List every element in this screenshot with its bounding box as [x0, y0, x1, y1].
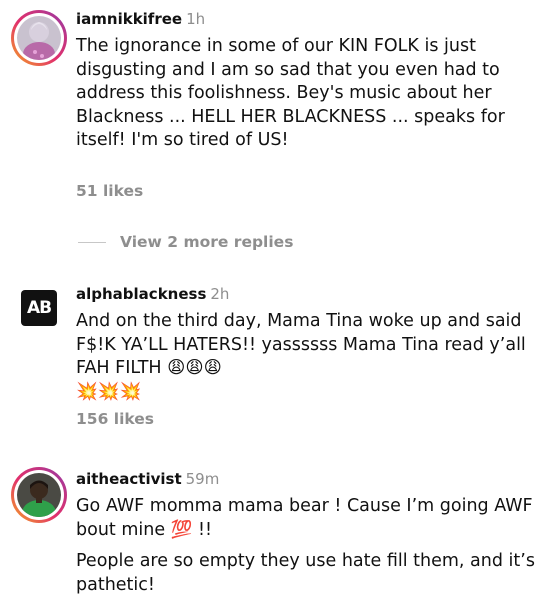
avatar-inner: [14, 470, 64, 520]
comment-time: 59m: [185, 470, 220, 488]
user-photo-icon: [17, 473, 61, 517]
user-photo-icon: [17, 16, 61, 60]
comment-text: And on the third day, Mama Tina woke up …: [76, 311, 526, 378]
comment-text-second-paragraph: People are so empty they use hate fill t…: [76, 551, 535, 595]
comment-time: 1h: [186, 10, 206, 28]
username-link[interactable]: iamnikkifree: [76, 10, 182, 28]
avatar-inner: [14, 13, 64, 63]
comment-text: The ignorance in some of our KIN FOLK is…: [76, 36, 505, 150]
comment-meta: alphablackness 2h: [76, 284, 535, 304]
username-link[interactable]: aitheactivist: [76, 470, 182, 488]
avatar[interactable]: AB: [11, 280, 67, 336]
view-replies-label: View 2 more replies: [120, 233, 294, 251]
ab-logo-text: AB: [26, 298, 52, 318]
avatar[interactable]: [11, 10, 67, 66]
comment-emoji-line: 💥💥💥: [76, 381, 142, 402]
avatar[interactable]: [11, 467, 67, 523]
likes-count[interactable]: 51 likes: [76, 182, 143, 200]
ab-logo-icon: AB: [21, 290, 57, 326]
replies-divider: [78, 241, 106, 243]
likes-count[interactable]: 156 likes: [76, 410, 154, 428]
comment-meta: iamnikkifree 1h: [76, 9, 535, 29]
view-more-replies-button[interactable]: View 2 more replies: [78, 233, 293, 251]
username-link[interactable]: alphablackness: [76, 285, 206, 303]
comment-meta: aitheactivist 59m: [76, 469, 535, 489]
comment-text: Go AWF momma mama bear ! Cause I’m going…: [76, 496, 533, 540]
comment-time: 2h: [210, 285, 230, 303]
